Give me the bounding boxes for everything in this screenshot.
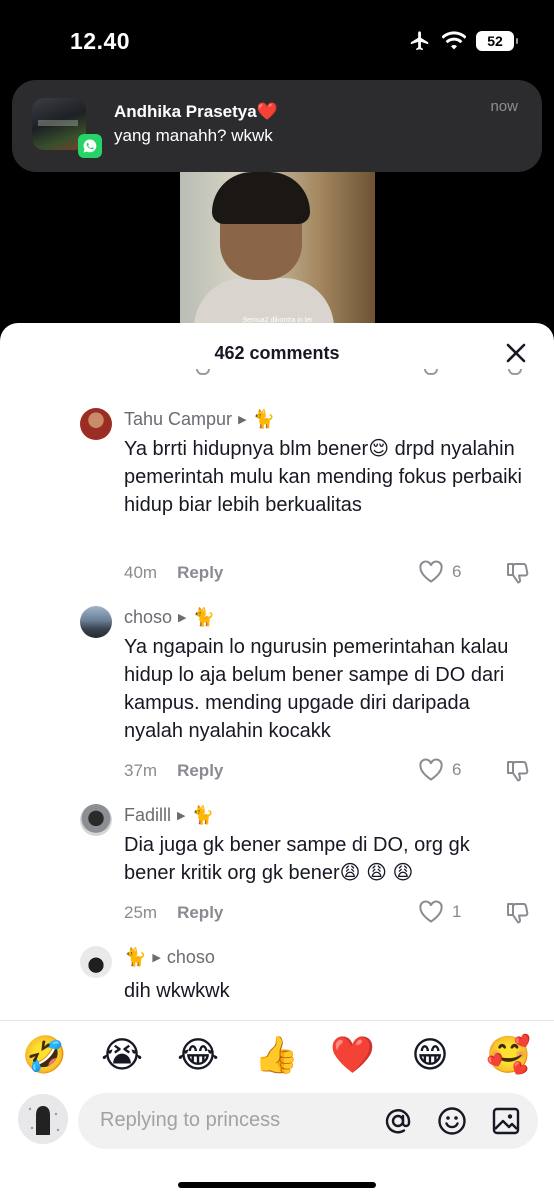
comment-text: dih wkwkwk <box>124 980 230 1002</box>
emoji-joy-button[interactable]: 😂 <box>176 1033 220 1077</box>
image-icon <box>492 1107 520 1135</box>
avatar[interactable] <box>80 408 112 440</box>
image-upload-button[interactable] <box>490 1105 522 1137</box>
heart-icon <box>419 758 443 781</box>
comment-meta: 40m Reply <box>124 563 223 583</box>
thumbs-down-icon <box>507 761 529 782</box>
comment-input-row: Replying to princess <box>0 1092 554 1152</box>
reply-arrow-icon: ▶ <box>177 810 186 822</box>
comment-username[interactable]: Fadilll <box>124 805 171 826</box>
close-button[interactable] <box>502 339 530 367</box>
dislike-button[interactable] <box>504 900 530 931</box>
status-bar: 12.40 52 <box>0 0 554 80</box>
my-avatar[interactable] <box>18 1094 68 1144</box>
like-count: 6 <box>452 760 462 779</box>
emoji-love-button[interactable]: 🥰 <box>486 1033 531 1077</box>
emoji-picker-button[interactable] <box>436 1105 468 1137</box>
reply-arrow-icon: ▶ <box>152 952 161 964</box>
emoji-crying-button[interactable]: 😭 <box>100 1033 144 1077</box>
thumbs-down-icon <box>507 563 529 584</box>
comment-username[interactable]: Tahu Campur <box>124 409 232 430</box>
quick-emoji-bar: 🤣 😭 😂 👍 ❤️ 😁 🥰 <box>0 1020 554 1092</box>
wifi-icon <box>442 31 466 50</box>
dislike-button[interactable] <box>504 560 530 591</box>
comment-time: 25m <box>124 903 158 922</box>
reply-arrow-icon: ▶ <box>238 414 247 426</box>
comment-text: Dia juga gk bener sampe di DO, org gk be… <box>124 834 470 884</box>
notification-sender: Andhika Prasetya❤️ <box>114 102 278 121</box>
like-count: 1 <box>452 902 462 921</box>
at-icon <box>385 1109 411 1134</box>
reply-button[interactable]: Reply <box>177 563 223 583</box>
notification-time: now <box>490 98 518 115</box>
avatar[interactable] <box>80 946 112 978</box>
comment-item: choso ▶ 🐈 Ya ngapain lo ngurusin pemerin… <box>0 605 554 795</box>
comments-count-title: 462 comments <box>214 343 340 363</box>
cat-emoji: 🐈 <box>124 947 147 967</box>
comment-item: Fadilll ▶ 🐈 Dia juga gk bener sampe di D… <box>0 803 554 933</box>
avatar[interactable] <box>80 804 112 836</box>
comment-header: Fadilll ▶ 🐈 <box>124 805 214 826</box>
comment-username[interactable]: choso <box>167 947 215 968</box>
comment-item: Tahu Campur ▶ 🐈 Ya brrti hidupnya blm be… <box>0 407 554 597</box>
cat-emoji: 🐈 <box>192 607 215 627</box>
heart-icon <box>419 560 443 583</box>
reply-button[interactable]: Reply <box>177 903 223 923</box>
home-indicator[interactable] <box>178 1182 376 1188</box>
like-count: 6 <box>452 562 462 581</box>
video-person-hair <box>212 172 310 224</box>
comment-username[interactable]: choso <box>124 607 172 628</box>
emoji-heart-button[interactable]: ❤️ <box>330 1033 375 1077</box>
smiley-icon <box>438 1107 466 1135</box>
comment-header: Tahu Campur ▶ 🐈 <box>124 409 275 430</box>
comment-text: Ya brrti hidupnya blm bener😌 drpd nyalah… <box>124 438 522 516</box>
comment-input-placeholder: Replying to princess <box>100 1109 281 1131</box>
reply-arrow-icon: ▶ <box>178 612 187 624</box>
like-button[interactable]: 6 <box>418 758 461 782</box>
video-preview[interactable]: Semua2 dikontra in ler <box>180 172 375 328</box>
emoji-thumbs-up-button[interactable]: 👍 <box>254 1033 299 1077</box>
whatsapp-notification[interactable]: Andhika Prasetya❤️ yang manahh? wkwk now <box>12 80 542 172</box>
comment-meta: 37m Reply <box>124 761 223 781</box>
comment-time: 40m <box>124 563 158 582</box>
emoji-grin-button[interactable]: 😁 <box>408 1033 452 1077</box>
whatsapp-icon <box>78 134 102 158</box>
notification-message: yang manahh? wkwk <box>114 126 273 145</box>
comment-item: 🐈 ▶ choso dih wkwkwk <box>0 945 554 1025</box>
battery-level: 52 <box>487 33 503 49</box>
clipped-previous-comment <box>0 369 554 385</box>
comment-header: 🐈 ▶ choso <box>124 947 215 968</box>
avatar[interactable] <box>80 606 112 638</box>
airplane-icon <box>410 31 429 51</box>
mention-button[interactable] <box>382 1105 414 1137</box>
cat-emoji: 🐈 <box>252 409 275 429</box>
thumbs-down-icon <box>507 903 529 924</box>
like-button[interactable]: 6 <box>418 560 461 584</box>
status-icons: 52 <box>408 30 518 52</box>
comment-meta: 25m Reply <box>124 903 223 923</box>
comment-header: choso ▶ 🐈 <box>124 607 215 628</box>
comment-input[interactable]: Replying to princess <box>78 1093 538 1149</box>
status-time: 12.40 <box>70 28 131 54</box>
like-button[interactable]: 1 <box>418 900 461 924</box>
cat-emoji: 🐈 <box>191 805 214 825</box>
comment-time: 37m <box>124 761 158 780</box>
close-icon <box>506 343 526 363</box>
dislike-button[interactable] <box>504 758 530 789</box>
battery-indicator: 52 <box>476 31 518 51</box>
sheet-header: 462 comments <box>0 323 554 383</box>
heart-emoji: ❤️ <box>256 102 278 121</box>
reply-button[interactable]: Reply <box>177 761 223 781</box>
heart-icon <box>419 900 443 923</box>
comment-text: Ya ngapain lo ngurusin pemerintahan kala… <box>124 636 509 742</box>
emoji-rofl-button[interactable]: 🤣 <box>22 1033 67 1077</box>
